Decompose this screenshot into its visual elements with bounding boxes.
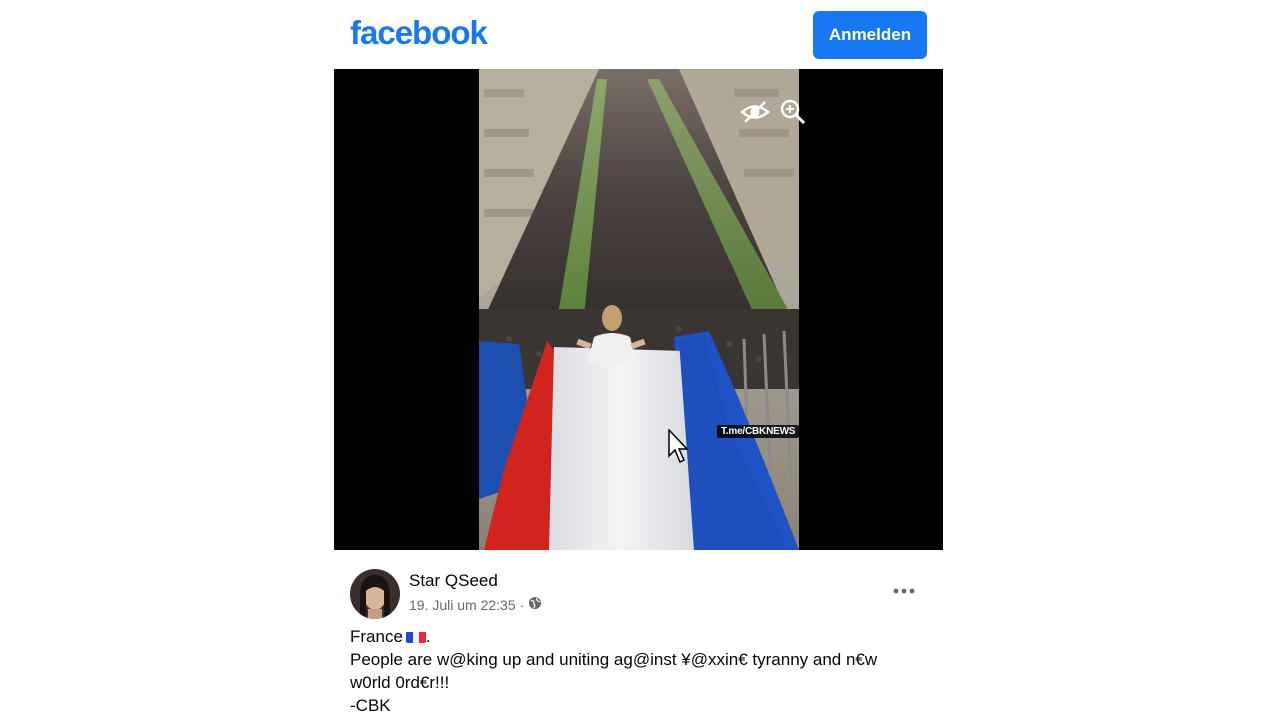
post-text: France. People are w@king up and uniting… xyxy=(350,625,930,717)
post-media[interactable]: T.me/CBKNEWS xyxy=(334,69,943,550)
mouse-pointer-icon xyxy=(668,428,692,470)
post-card: Star QSeed 19. Juli um 22:35 · France. P… xyxy=(334,550,943,720)
post-timestamp[interactable]: 19. Juli um 22:35 xyxy=(409,597,516,613)
post-line: France. xyxy=(350,625,930,648)
post-line: People are w@king up and uniting ag@inst… xyxy=(350,650,878,669)
post-line: -CBK xyxy=(350,696,391,715)
hide-icon[interactable] xyxy=(738,95,772,129)
meta-separator: · xyxy=(519,596,525,613)
login-button[interactable]: Anmelden xyxy=(813,11,927,59)
author-avatar[interactable] xyxy=(350,569,400,619)
top-navbar: facebook Anmelden xyxy=(334,0,943,69)
post-line-text: France xyxy=(350,627,403,646)
watermark-label: T.me/CBKNEWS xyxy=(717,425,799,438)
facebook-logo[interactable]: facebook xyxy=(350,14,488,52)
zoom-in-icon[interactable] xyxy=(776,95,810,129)
post-line: w0rld 0rd€r!!! xyxy=(350,673,450,692)
post-meta: 19. Juli um 22:35 · xyxy=(409,596,542,613)
globe-icon xyxy=(528,596,542,613)
post-photo[interactable]: T.me/CBKNEWS xyxy=(479,69,799,550)
france-flag-icon xyxy=(405,629,426,643)
author-name[interactable]: Star QSeed xyxy=(409,571,498,591)
more-options-icon[interactable] xyxy=(889,576,919,606)
post-line-suffix: . xyxy=(425,627,431,646)
